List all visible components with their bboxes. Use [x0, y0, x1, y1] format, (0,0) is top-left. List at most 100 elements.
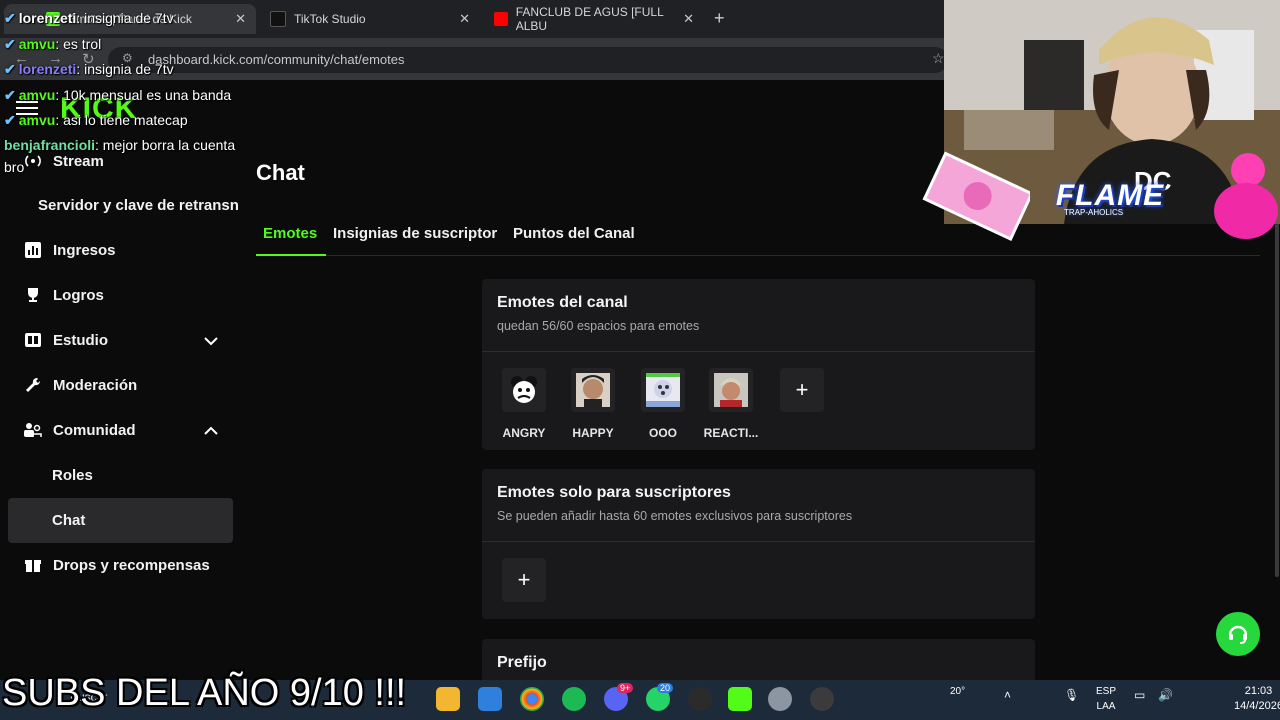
taskbar-clock[interactable]: 21:03 14/4/2026 — [1234, 684, 1280, 714]
chat-message: ✔ lorenzeti: insignia de 7tv — [4, 61, 174, 77]
emote-item[interactable]: ANGRY — [489, 368, 559, 440]
community-icon — [24, 421, 42, 439]
gift-icon — [24, 556, 42, 574]
emote-ooo-thumb — [641, 368, 685, 412]
sidebar-item-drops[interactable]: Drops y recompensas — [24, 550, 210, 580]
sidebar-item-label: Stream — [53, 152, 104, 170]
verified-badge-icon: ✔ — [4, 112, 16, 128]
emote-name: ANGRY — [502, 426, 546, 440]
add-emote-button[interactable]: + — [780, 368, 824, 412]
7tv-badge-icon: ✔ — [4, 10, 16, 26]
verified-badge-icon: ✔ — [4, 36, 16, 52]
sidebar-item-label: Comunidad — [53, 421, 136, 439]
chat-message: ✔ amvu: 10k mensual es una banda — [4, 87, 232, 103]
sidebar-item-ingresos[interactable]: Ingresos — [24, 235, 116, 265]
7tv-badge-icon: ✔ — [4, 61, 16, 77]
app-g-icon[interactable] — [688, 687, 712, 711]
headset-icon — [1228, 625, 1248, 644]
sidebar-item-chat[interactable]: Chat — [52, 512, 85, 529]
new-tab-icon[interactable]: + — [714, 8, 725, 29]
card-divider — [482, 541, 1035, 542]
tiktok-favicon-icon — [270, 11, 286, 27]
emote-name: REACTI... — [703, 426, 759, 440]
emote-item[interactable]: OOO — [628, 368, 698, 440]
active-tab-indicator — [256, 254, 326, 256]
studio-icon — [24, 331, 42, 349]
sidebar-item-comunidad[interactable]: Comunidad — [24, 415, 136, 445]
close-tab-icon[interactable]: ✕ — [235, 11, 246, 27]
pink-buddha-sticker — [1214, 153, 1278, 239]
close-tab-icon[interactable]: ✕ — [459, 11, 470, 27]
sidebar-item-label: Logros — [53, 286, 104, 304]
card-subtitle: Se pueden añadir hasta 60 emotes exclusi… — [497, 509, 853, 523]
card-title: Emotes del canal — [497, 294, 628, 311]
emote-item[interactable]: HAPPY — [558, 368, 628, 440]
browser-tab-youtube[interactable]: FANCLUB DE AGUS [FULL ALBU ✕ — [494, 5, 694, 33]
tab-insignias[interactable]: Insignias de suscriptor — [333, 225, 497, 242]
card-subtitle: quedan 56/60 espacios para emotes — [497, 319, 700, 333]
network-icon[interactable]: ▭ — [1134, 688, 1145, 702]
file-explorer-icon[interactable] — [436, 687, 460, 711]
webcam-banner-sub: TRAP-AHOLICS — [1064, 208, 1124, 217]
sidebar-item-label: Moderación — [53, 376, 138, 394]
emote-angry-thumb — [502, 368, 546, 412]
sidebar-item-moderacion[interactable]: Moderación — [24, 370, 137, 400]
kick-app-icon[interactable] — [728, 687, 752, 711]
obs-icon[interactable] — [810, 687, 834, 711]
store-icon[interactable] — [478, 687, 502, 711]
settings-gear-icon[interactable] — [768, 687, 792, 711]
page-title: Chat — [256, 160, 305, 185]
language-indicator[interactable]: ESP LAA — [1096, 684, 1116, 714]
stream-caption: SUBS DEL AÑO 9/10 !!! — [2, 672, 407, 714]
sidebar-item-label: Ingresos — [53, 241, 116, 259]
url-text[interactable]: dashboard.kick.com/community/chat/emotes — [148, 52, 405, 67]
tabs-divider — [256, 255, 1260, 256]
chat-message: benjafrancioli: mejor borra la cuenta — [4, 137, 236, 153]
card-divider — [482, 351, 1035, 352]
sub-emotes-card: Emotes solo para suscriptores Se pueden … — [482, 469, 1035, 619]
microphone-icon[interactable]: 🎙 — [1064, 688, 1079, 702]
sidebar-item-label: Drops y recompensas — [53, 556, 210, 574]
chat-message: ✔ amvu: asi lo tiene matecap — [4, 112, 188, 128]
card-title: Prefijo — [497, 654, 547, 671]
youtube-favicon-icon — [494, 12, 508, 26]
emote-name: OOO — [648, 426, 677, 440]
sidebar-item-logros[interactable]: Logros — [24, 280, 104, 310]
tab-emotes[interactable]: Emotes — [263, 225, 317, 242]
tab-label: FANCLUB DE AGUS [FULL ALBU — [515, 5, 664, 33]
tab-label: TikTok Studio — [294, 12, 366, 26]
trophy-icon — [24, 286, 42, 304]
bookmark-star-icon[interactable]: ☆ — [932, 50, 945, 67]
card-title: Emotes solo para suscriptores — [497, 484, 731, 501]
whatsapp-badge: 20 — [657, 683, 674, 693]
wrench-icon — [24, 376, 42, 394]
close-tab-icon[interactable]: ✕ — [683, 11, 694, 27]
chevron-up-icon[interactable] — [202, 422, 220, 440]
channel-emotes-card: Emotes del canal quedan 56/60 espacios p… — [482, 279, 1035, 450]
browser-tab-tiktok[interactable]: TikTok Studio ✕ — [270, 6, 470, 32]
chat-message: ✔ lorenzeti: insignia de 7tv — [4, 10, 174, 26]
sidebar-item-label: Estudio — [53, 331, 108, 349]
tray-chevron-icon[interactable]: ˄ — [1004, 688, 1011, 702]
add-sub-emote-button[interactable]: + — [502, 558, 546, 602]
help-chat-button[interactable] — [1216, 612, 1260, 656]
emote-reaction-thumb — [709, 368, 753, 412]
sidebar-item-estudio[interactable]: Estudio — [24, 325, 108, 355]
emote-name: HAPPY — [572, 426, 614, 440]
verified-badge-icon: ✔ — [4, 87, 16, 103]
bar-chart-icon — [24, 241, 42, 259]
chat-message: ✔ amvu: es trol — [4, 36, 102, 52]
emote-happy-thumb — [571, 368, 615, 412]
sidebar-selected-highlight — [8, 498, 233, 543]
weather-temp[interactable]: 20° — [950, 686, 965, 697]
chrome-icon[interactable] — [520, 687, 544, 711]
sidebar-item-roles[interactable]: Roles — [52, 467, 93, 484]
volume-icon[interactable]: 🔊 — [1158, 688, 1173, 702]
spotify-icon[interactable] — [562, 687, 586, 711]
emote-item[interactable]: REACTI... — [696, 368, 766, 440]
tab-puntos[interactable]: Puntos del Canal — [513, 225, 635, 242]
prefix-card: Prefijo — [482, 639, 1035, 682]
sidebar-item-stream-key[interactable]: Servidor y clave de retransn — [38, 197, 239, 214]
broadcast-icon — [24, 152, 42, 170]
chevron-down-icon[interactable] — [202, 332, 220, 350]
